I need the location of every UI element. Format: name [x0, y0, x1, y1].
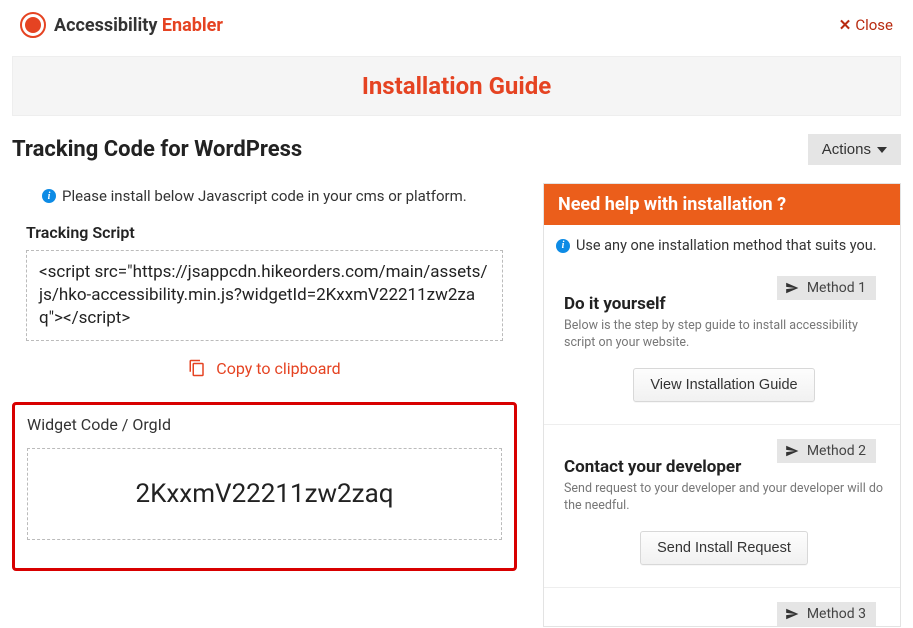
- close-icon: ✕: [839, 16, 852, 34]
- copy-label: Copy to clipboard: [216, 359, 340, 378]
- tracking-script-box[interactable]: <script src="https://jsappcdn.hikeorders…: [26, 250, 503, 341]
- close-button[interactable]: ✕ Close: [839, 16, 893, 34]
- help-info-text: Use any one installation method that sui…: [576, 237, 877, 254]
- paper-plane-icon: [785, 444, 799, 458]
- help-panel: Need help with installation ? i Use any …: [543, 183, 901, 627]
- chevron-down-icon: [877, 147, 887, 153]
- method-block-1: Method 1 Do it yourself Below is the ste…: [544, 262, 900, 425]
- install-info: i Please install below Javascript code i…: [12, 183, 517, 223]
- method-badge-2: Method 2: [777, 439, 876, 463]
- method-badge-3: Method 3: [777, 602, 876, 626]
- copy-icon: [188, 359, 206, 377]
- widget-code-section: Widget Code / OrgId 2KxxmV22211zw2zaq: [12, 402, 517, 571]
- brand-text: Accessibility Enabler: [54, 15, 223, 36]
- help-panel-info: i Use any one installation method that s…: [544, 225, 900, 262]
- info-icon: i: [42, 189, 56, 203]
- method-block-2: Method 2 Contact your developer Send req…: [544, 425, 900, 588]
- section-heading: Tracking Code for WordPress: [12, 137, 302, 162]
- tracking-script-label: Tracking Script: [26, 223, 517, 242]
- method-block-3: Method 3: [544, 588, 900, 626]
- page-title-bar: Installation Guide: [12, 56, 901, 116]
- actions-label: Actions: [822, 141, 871, 158]
- info-icon: i: [556, 239, 570, 253]
- brand-logo: Accessibility Enabler: [20, 12, 223, 38]
- widget-code-value[interactable]: 2KxxmV22211zw2zaq: [27, 448, 502, 540]
- paper-plane-icon: [785, 607, 799, 621]
- page-title: Installation Guide: [13, 72, 900, 100]
- method-badge-1: Method 1: [777, 276, 876, 300]
- send-install-request-button[interactable]: Send Install Request: [640, 531, 808, 565]
- widget-code-label: Widget Code / OrgId: [27, 415, 502, 434]
- method-desc-2: Send request to your developer and your …: [564, 481, 884, 515]
- actions-dropdown[interactable]: Actions: [808, 134, 901, 165]
- paper-plane-icon: [785, 281, 799, 295]
- install-info-text: Please install below Javascript code in …: [62, 187, 467, 205]
- accessibility-icon: [20, 12, 46, 38]
- method-desc-1: Below is the step by step guide to insta…: [564, 318, 884, 352]
- help-panel-title: Need help with installation ?: [544, 184, 900, 225]
- copy-to-clipboard-button[interactable]: Copy to clipboard: [12, 359, 517, 378]
- view-installation-guide-button[interactable]: View Installation Guide: [633, 368, 814, 402]
- close-label: Close: [855, 16, 893, 34]
